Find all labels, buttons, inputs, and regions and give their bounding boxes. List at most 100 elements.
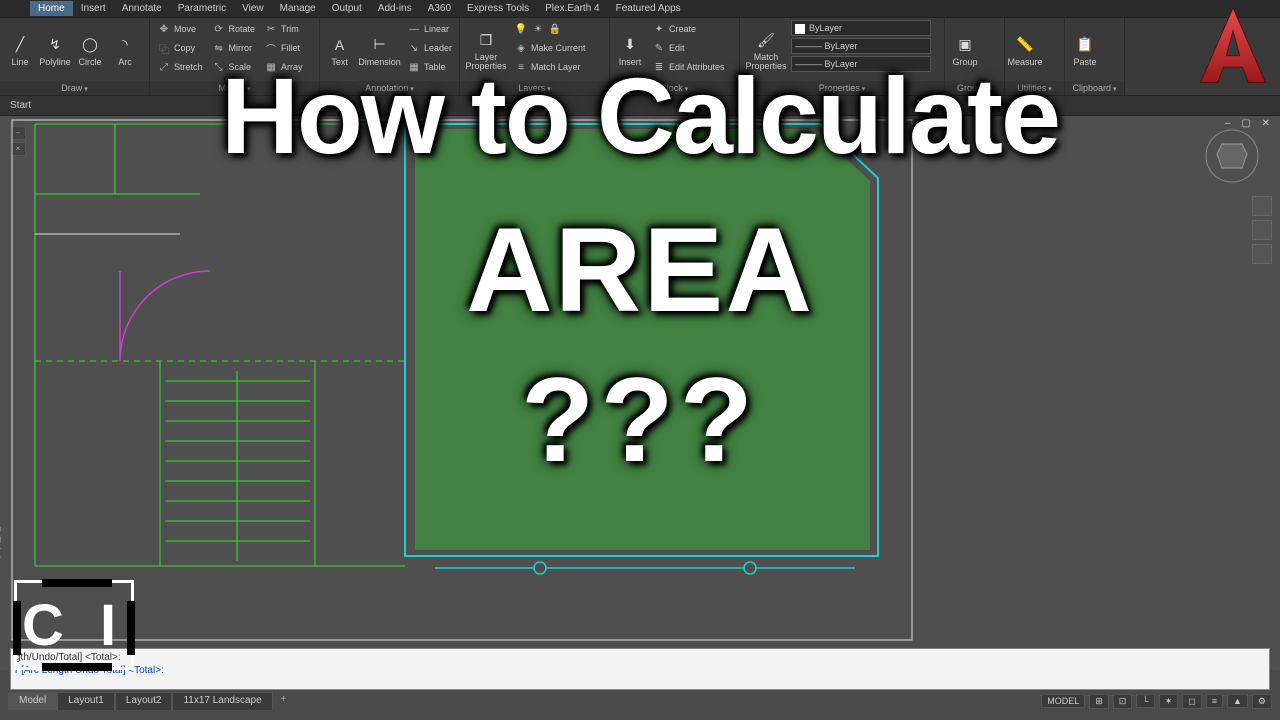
measure-button[interactable]: 📏Measure <box>1009 20 1041 80</box>
navigation-cube[interactable] <box>1202 126 1262 186</box>
status-snap-icon[interactable]: ⊡ <box>1113 694 1133 709</box>
tab-view[interactable]: View <box>234 1 272 16</box>
group-button[interactable]: ▣Group <box>949 20 981 80</box>
edit-attributes-button[interactable]: ≣Edit Attributes <box>649 58 728 76</box>
status-model[interactable]: MODEL <box>1041 694 1085 708</box>
panel-utilities-title[interactable]: Utilities <box>1005 81 1064 95</box>
arc-button[interactable]: ◝Arc <box>109 20 141 80</box>
linetype-dropdown[interactable]: ——— ByLayer <box>791 56 931 72</box>
panel-modify-title[interactable]: Modify <box>150 81 319 95</box>
trim-button[interactable]: ✂Trim <box>261 20 306 38</box>
tab-addins[interactable]: Add-ins <box>370 1 420 16</box>
status-polar-icon[interactable]: ✶ <box>1159 694 1179 709</box>
drawing-canvas[interactable]: – × TIES <box>0 116 1280 670</box>
create-label: Create <box>669 24 696 34</box>
text-button[interactable]: AText <box>324 20 355 80</box>
panel-draw-title[interactable]: Draw <box>0 81 149 95</box>
tab-output[interactable]: Output <box>324 1 370 16</box>
make-current-button[interactable]: ◈Make Current <box>511 39 589 57</box>
circle-button[interactable]: ◯Circle <box>74 20 106 80</box>
move-button[interactable]: ✥Move <box>154 20 206 38</box>
insert-icon: ⬇ <box>619 34 641 56</box>
fillet-button[interactable]: ⌒Fillet <box>261 39 306 57</box>
match-properties-button[interactable]: 🖌Match Properties <box>744 20 788 80</box>
rotate-button[interactable]: ⟳Rotate <box>209 20 259 38</box>
panel-block-title[interactable]: Block <box>610 81 739 95</box>
color-value: ByLayer <box>809 23 842 33</box>
layout-tab-model[interactable]: Model <box>8 692 57 710</box>
panel-clipboard: 📋Paste Clipboard <box>1065 18 1125 95</box>
leader-button[interactable]: ↘Leader <box>404 39 455 57</box>
panel-layers-title[interactable]: Layers <box>460 81 609 95</box>
status-grid-icon[interactable]: ⊞ <box>1089 694 1109 709</box>
dimension-button[interactable]: ⊢ Dimension <box>358 20 401 80</box>
copy-button[interactable]: ⿻Copy <box>154 39 206 57</box>
create-block-button[interactable]: ✦Create <box>649 20 728 38</box>
command-line[interactable]: gth/Undo/Total] <Total>: r [Arc Length U… <box>10 648 1270 690</box>
tab-plexearth[interactable]: Plex.Earth 4 <box>537 1 607 16</box>
edit-attr-label: Edit Attributes <box>669 62 725 72</box>
status-gear-icon[interactable]: ⚙ <box>1252 694 1272 709</box>
autocad-logo-icon <box>1194 4 1272 90</box>
tab-insert[interactable]: Insert <box>73 1 114 16</box>
attr-icon: ≣ <box>652 60 666 74</box>
status-ortho-icon[interactable]: └ <box>1136 694 1154 708</box>
match-layer-label: Match Layer <box>531 62 581 72</box>
status-osnap-icon[interactable]: ◻ <box>1182 694 1201 709</box>
layers-icon: ❐ <box>475 29 497 51</box>
stretch-button[interactable]: ⤢Stretch <box>154 58 206 76</box>
scale-button[interactable]: ⤡Scale <box>209 58 259 76</box>
panel-groups-title[interactable]: Groups <box>945 81 1004 95</box>
layer-properties-button[interactable]: ❐Layer Properties <box>464 20 508 80</box>
panel-properties-title[interactable]: Properties <box>740 81 944 95</box>
edit-icon: ✎ <box>652 41 666 55</box>
paste-button[interactable]: 📋Paste <box>1069 20 1101 80</box>
insert-button[interactable]: ⬇Insert <box>614 20 646 80</box>
start-tab[interactable]: Start <box>10 100 31 111</box>
rotate-label: Rotate <box>229 24 256 34</box>
tab-featured[interactable]: Featured Apps <box>608 1 689 16</box>
nav-zoom-icon[interactable] <box>1252 220 1272 240</box>
tab-parametric[interactable]: Parametric <box>170 1 234 16</box>
dimension-icon: ⊢ <box>369 34 391 56</box>
layout-tab-layout2[interactable]: Layout2 <box>115 692 173 710</box>
layout-tab-add[interactable]: + <box>273 692 295 710</box>
scale-label: Scale <box>229 62 252 72</box>
layer-state-button[interactable]: 💡☀🔒 <box>511 20 589 38</box>
lineweight-dropdown[interactable]: ——— ByLayer <box>791 38 931 54</box>
match-layer-button[interactable]: ≡Match Layer <box>511 58 589 76</box>
fillet-label: Fillet <box>281 43 300 53</box>
tab-home[interactable]: Home <box>30 1 73 16</box>
panel-clipboard-title[interactable]: Clipboard <box>1065 81 1124 95</box>
file-tabs[interactable]: Start <box>0 96 1280 116</box>
tab-a360[interactable]: A360 <box>420 1 459 16</box>
table-button[interactable]: ▦Table <box>404 58 455 76</box>
status-lineweight-icon[interactable]: ≡ <box>1206 694 1223 708</box>
text-icon: A <box>329 34 351 56</box>
status-annoscale-icon[interactable]: ▲ <box>1227 694 1248 708</box>
ribbon-tabs: Home Insert Annotate Parametric View Man… <box>0 0 1280 18</box>
dimension-label: Dimension <box>358 58 401 67</box>
color-dropdown[interactable]: ByLayer <box>791 20 931 36</box>
panel-draw: ╱Line ↯Polyline ◯Circle ◝Arc Draw <box>0 18 150 95</box>
layout-tab-layout1[interactable]: Layout1 <box>57 692 115 710</box>
edit-block-button[interactable]: ✎Edit <box>649 39 728 57</box>
line-button[interactable]: ╱Line <box>4 20 36 80</box>
panel-utilities: 📏Measure Utilities <box>1005 18 1065 95</box>
nav-orbit-icon[interactable] <box>1252 244 1272 264</box>
array-button[interactable]: ▦Array <box>261 58 306 76</box>
mirror-button[interactable]: ⇋Mirror <box>209 39 259 57</box>
tab-manage[interactable]: Manage <box>272 1 324 16</box>
navigation-bar <box>1252 196 1272 264</box>
tab-express[interactable]: Express Tools <box>459 1 537 16</box>
linear-button[interactable]: —Linear <box>404 20 455 38</box>
rotate-icon: ⟳ <box>212 22 226 36</box>
tab-annotate[interactable]: Annotate <box>114 1 170 16</box>
panel-annotation-title[interactable]: Annotation <box>320 81 459 95</box>
mirror-icon: ⇋ <box>212 41 226 55</box>
layout-tab-landscape[interactable]: 11x17 Landscape <box>172 692 272 710</box>
polyline-button[interactable]: ↯Polyline <box>39 20 71 80</box>
nav-pan-icon[interactable] <box>1252 196 1272 216</box>
edit-label: Edit <box>669 43 685 53</box>
measure-label: Measure <box>1008 58 1043 67</box>
